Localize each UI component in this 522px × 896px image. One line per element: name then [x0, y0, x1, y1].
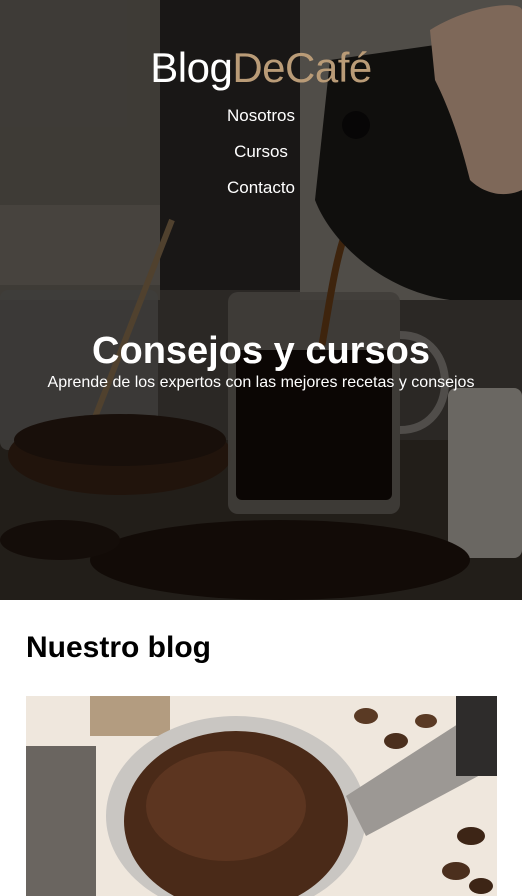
nav-link-contacto[interactable]: Contacto	[0, 170, 522, 206]
hero-section: BlogDeCafé Nosotros Cursos Contacto Cons…	[0, 0, 522, 600]
blog-heading: Nuestro blog	[26, 631, 211, 664]
logo-text-decafe: DeCafé	[232, 44, 372, 91]
site-logo[interactable]: BlogDeCafé	[0, 44, 522, 92]
logo-text-blog: Blog	[150, 44, 233, 91]
blog-entry-image[interactable]	[26, 696, 497, 896]
nav-link-nosotros[interactable]: Nosotros	[0, 98, 522, 134]
nav-link-cursos[interactable]: Cursos	[0, 134, 522, 170]
main-nav: Nosotros Cursos Contacto	[0, 98, 522, 206]
hero-title: Consejos y cursos	[92, 330, 430, 373]
ground-coffee-portafilter-image	[26, 696, 497, 896]
hero-subtitle: Aprende de los expertos con las mejores …	[47, 374, 475, 391]
